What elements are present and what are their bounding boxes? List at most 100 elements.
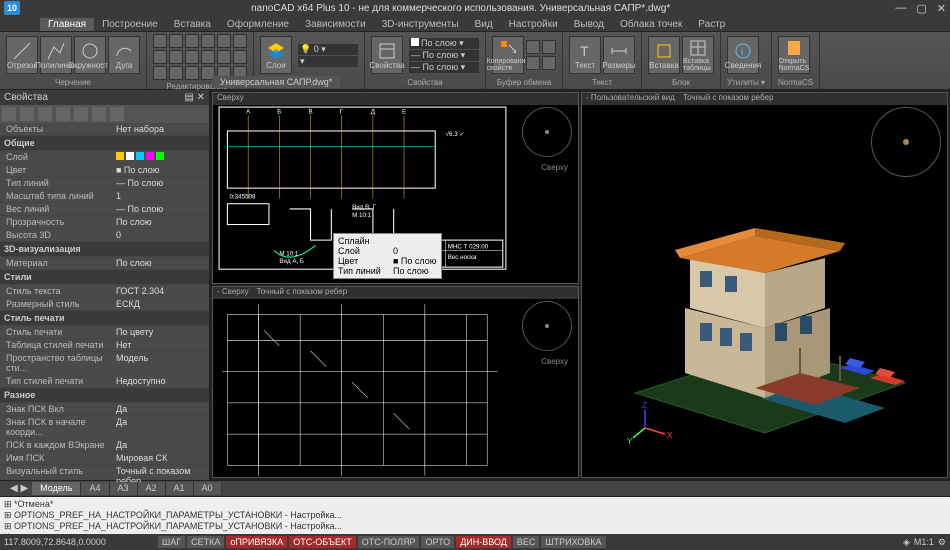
settings-icon[interactable]: ⚙ [938, 537, 946, 548]
color-bylayer-dropdown[interactable]: По слою ▾ [409, 38, 479, 49]
prop-row[interactable]: МатериалПо слою [0, 257, 209, 270]
info-button[interactable]: iСведения [727, 36, 759, 74]
insert-block-button[interactable]: Вставка [648, 36, 680, 74]
view-cube[interactable] [871, 107, 941, 177]
prop-row[interactable]: ПрозрачностьПо слою [0, 216, 209, 229]
status-toggle[interactable]: ОРТО [421, 536, 454, 548]
copy-button[interactable] [542, 40, 556, 54]
ribbon-tab[interactable]: Вставка [166, 18, 219, 31]
ribbon-tab[interactable]: Вывод [566, 18, 612, 31]
status-toggle[interactable]: ОТС-ОБЪЕКТ [289, 536, 355, 548]
ribbon-tab[interactable]: Вид [467, 18, 501, 31]
dimension-button[interactable]: Размеры [603, 36, 635, 74]
text-button[interactable]: TТекст [569, 36, 601, 74]
props-tool[interactable] [2, 107, 16, 121]
layout-tab[interactable]: А4 [81, 482, 109, 495]
prop-row[interactable]: Стиль текстаГОСТ 2.304 [0, 285, 209, 298]
close-button[interactable]: ✕ [937, 2, 946, 15]
props-tool[interactable] [20, 107, 34, 121]
draw-tool-button[interactable]: Дуга [108, 36, 140, 74]
status-toggle[interactable]: ВЕС [513, 536, 540, 548]
edit-tool-button[interactable] [169, 66, 183, 80]
ribbon-tab[interactable]: 3D-инструменты [374, 18, 467, 31]
view-cube[interactable] [522, 107, 572, 157]
edit-tool-button[interactable] [201, 50, 215, 64]
edit-tool-button[interactable] [217, 50, 231, 64]
command-line[interactable]: ⊞ *Отмена*⊞ OPTIONS_PREF_НА_НАСТРОЙКИ_ПА… [0, 496, 950, 534]
ribbon-tab[interactable]: Облака точек [612, 18, 690, 31]
insert-table-button[interactable]: Вставка таблицы [682, 36, 714, 74]
props-tool[interactable] [56, 107, 70, 121]
edit-tool-button[interactable] [233, 50, 247, 64]
prop-row[interactable]: Знак ПСК ВклДа [0, 403, 209, 416]
edit-tool-button[interactable] [233, 34, 247, 48]
prop-row[interactable]: Пространство таблицы сти...Модель [0, 352, 209, 375]
props-tool[interactable] [74, 107, 88, 121]
prop-row[interactable]: Высота 3D0 [0, 229, 209, 242]
document-tab[interactable]: Универсальная САПР.dwg* [212, 76, 340, 88]
prop-group-header[interactable]: 3D-визуализация [0, 242, 209, 257]
scale-display[interactable]: М1:1 [914, 537, 934, 547]
prop-group-header[interactable]: Общие [0, 136, 209, 151]
layout-tab[interactable]: А2 [138, 482, 166, 495]
view-cube[interactable] [522, 301, 572, 351]
match-props-button[interactable]: Копирование свойств [492, 36, 524, 74]
edit-tool-button[interactable] [217, 34, 231, 48]
prop-row[interactable]: Масштаб типа линий1 [0, 190, 209, 203]
prop-row[interactable]: Имя ПСКМировая СК [0, 452, 209, 465]
layers-button[interactable]: Слои [260, 36, 292, 74]
layout-tab[interactable]: А3 [110, 482, 138, 495]
normacs-button[interactable]: Открыть NormaCS [778, 36, 810, 74]
ribbon-tab[interactable]: Настройки [501, 18, 566, 31]
iso-icon[interactable]: ◈ [903, 537, 910, 548]
props-tool[interactable] [110, 107, 124, 121]
prop-row[interactable]: Стиль печатиПо цвету [0, 326, 209, 339]
props-tool[interactable] [92, 107, 106, 121]
ribbon-tab[interactable]: Главная [40, 18, 94, 31]
paste-special-button[interactable] [542, 56, 556, 70]
edit-tool-button[interactable] [185, 50, 199, 64]
prop-row[interactable]: ПСК в каждом ВЭкранеДа [0, 439, 209, 452]
status-toggle[interactable]: оПРИВЯЗКА [226, 536, 287, 548]
ribbon-tab[interactable]: Оформление [219, 18, 297, 31]
minimize-button[interactable]: — [895, 2, 906, 15]
prop-row[interactable]: Тип линий— По слою [0, 177, 209, 190]
maximize-button[interactable]: ▢ [916, 2, 926, 15]
prop-row[interactable]: Вес линий— По слою [0, 203, 209, 216]
viewport-3d[interactable]: - Пользовательский видТочный с показом р… [581, 92, 948, 478]
cut-button[interactable] [526, 40, 540, 54]
status-toggle[interactable]: ШТРИХОВКА [541, 536, 605, 548]
status-toggle[interactable]: ДИН-ВВОД [456, 536, 511, 548]
prop-row[interactable]: Тип стилей печатиНедоступно [0, 375, 209, 388]
ribbon-tab[interactable]: Зависимости [297, 18, 374, 31]
edit-tool-button[interactable] [201, 34, 215, 48]
edit-tool-button[interactable] [185, 66, 199, 80]
prop-row[interactable]: Таблица стилей печатиНет [0, 339, 209, 352]
edit-tool-button[interactable] [153, 34, 167, 48]
prop-row[interactable]: Слой [0, 151, 209, 164]
ribbon-tab[interactable]: Построение [94, 18, 166, 31]
edit-tool-button[interactable] [169, 50, 183, 64]
prop-group-header[interactable]: Стиль печати [0, 311, 209, 326]
status-toggle[interactable]: ОТС-ПОЛЯР [358, 536, 420, 548]
viewport-bottom-left[interactable]: - СверхуТочный с показом ребер Сверху [212, 286, 579, 478]
status-toggle[interactable]: ШАГ [158, 536, 185, 548]
prop-group-header[interactable]: Разное [0, 388, 209, 403]
edit-tool-button[interactable] [185, 34, 199, 48]
draw-tool-button[interactable]: Окружность [74, 36, 106, 74]
layout-tab[interactable]: А1 [166, 482, 194, 495]
layout-tab[interactable]: А0 [194, 482, 222, 495]
edit-tool-button[interactable] [153, 50, 167, 64]
layout-tab[interactable]: Модель [32, 482, 81, 495]
draw-tool-button[interactable]: Отрезок [6, 36, 38, 74]
prop-row[interactable]: Цвет■ По слою [0, 164, 209, 177]
panel-close-icon[interactable]: ▤ ✕ [184, 92, 205, 103]
ribbon-tab[interactable]: Растр [690, 18, 733, 31]
prop-row[interactable]: Размерный стильЕСКД [0, 298, 209, 311]
prop-group-header[interactable]: Стили [0, 270, 209, 285]
viewport-top-left[interactable]: Сверху Сверху АБВ ГДЕ √6.3 ✓ 0:345508 М … [212, 92, 579, 284]
status-toggle[interactable]: СЕТКА [187, 536, 224, 548]
edit-tool-button[interactable] [169, 34, 183, 48]
prop-row[interactable]: Знак ПСК в начале коорди...Да [0, 416, 209, 439]
linetype-bylayer-dropdown[interactable]: — По слою ▾ [409, 50, 479, 61]
